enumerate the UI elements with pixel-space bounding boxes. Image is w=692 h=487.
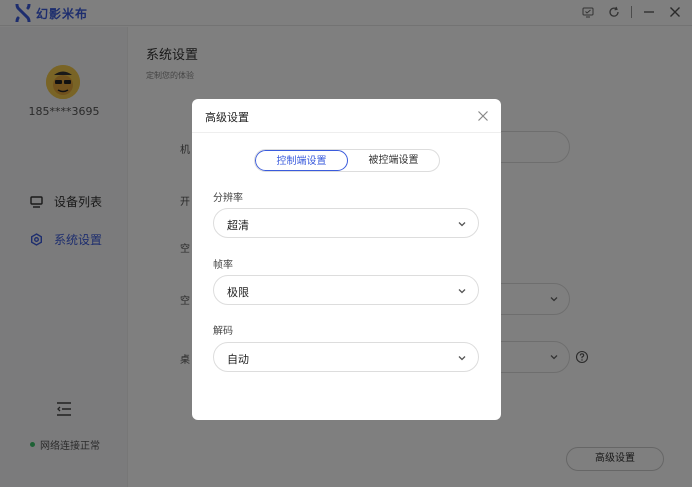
dialog-title: 高级设置 — [205, 111, 249, 124]
tab-controlled-settings[interactable]: 被控端设置 — [348, 150, 439, 171]
decode-value: 自动 — [227, 353, 249, 366]
decode-select[interactable]: 自动 — [213, 342, 479, 372]
resolution-label: 分辨率 — [213, 193, 243, 204]
decode-label: 解码 — [213, 326, 233, 337]
framerate-label: 帧率 — [213, 260, 233, 271]
chevron-down-icon — [458, 289, 466, 294]
framerate-value: 极限 — [227, 286, 249, 299]
close-icon[interactable] — [477, 110, 489, 122]
settings-tabs: 控制端设置 被控端设置 — [254, 149, 440, 172]
chevron-down-icon — [458, 222, 466, 227]
framerate-select[interactable]: 极限 — [213, 275, 479, 305]
tab-controller-settings[interactable]: 控制端设置 — [255, 150, 348, 171]
resolution-select[interactable]: 超清 — [213, 208, 479, 238]
chevron-down-icon — [458, 356, 466, 361]
dialog-header: 高级设置 — [192, 99, 501, 133]
resolution-value: 超清 — [227, 219, 249, 232]
advanced-settings-dialog: 高级设置 控制端设置 被控端设置 分辨率 超清 帧率 极限 解码 自动 — [192, 99, 501, 420]
